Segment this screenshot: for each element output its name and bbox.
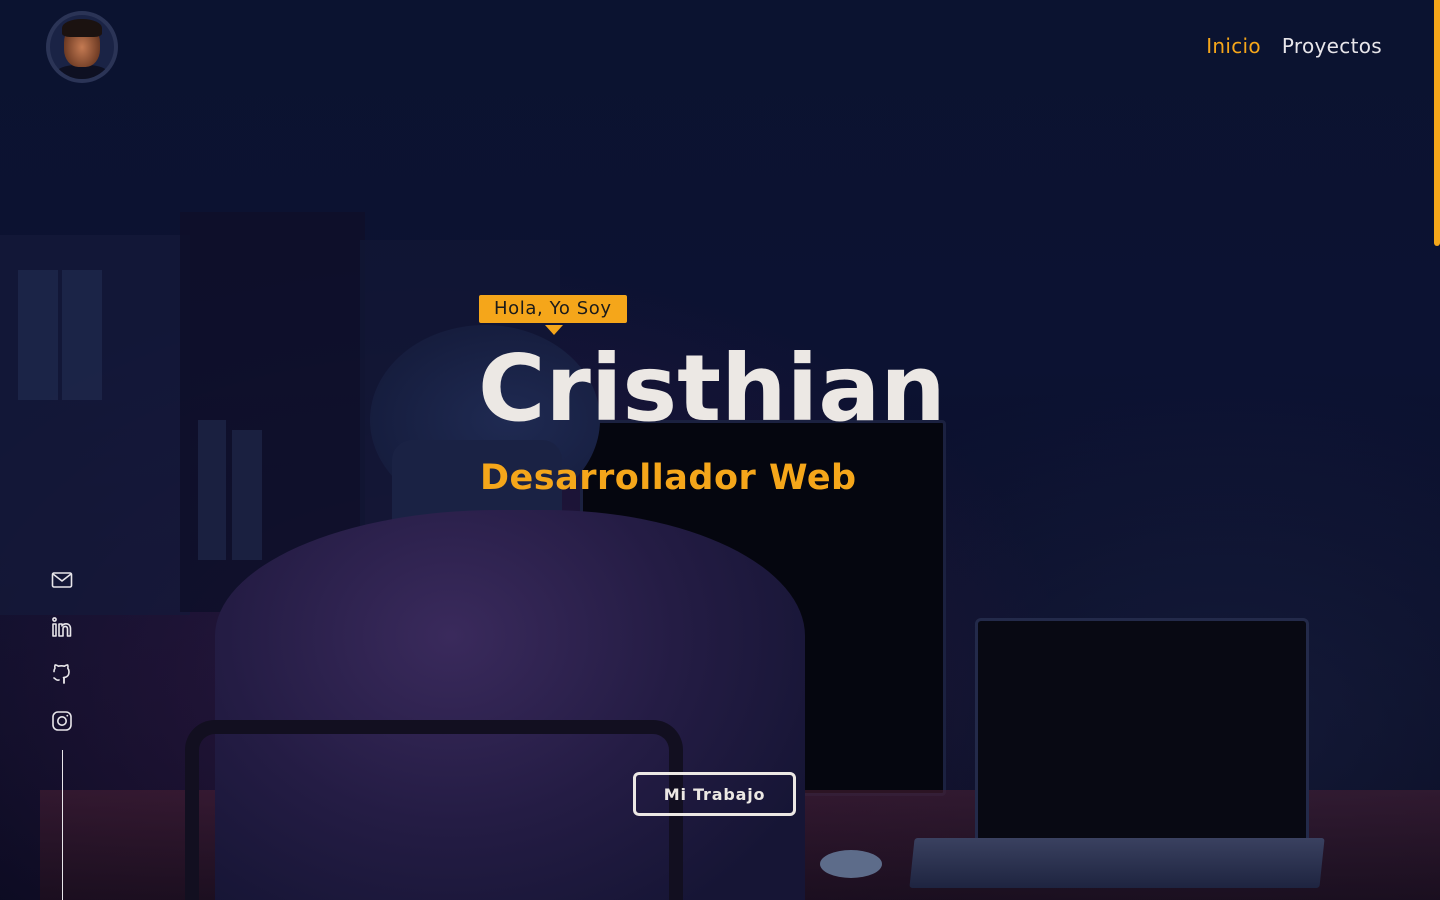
hero-name: Cristhian bbox=[478, 335, 946, 442]
avatar-shirt bbox=[56, 65, 108, 79]
avatar[interactable] bbox=[50, 15, 114, 79]
hero-page: Inicio Proyectos Hola, Yo Soy Cristhian … bbox=[0, 0, 1440, 900]
social-links bbox=[50, 568, 76, 756]
greeting-badge-pointer bbox=[545, 325, 563, 335]
background-photo bbox=[0, 0, 1440, 900]
laptop-keyboard bbox=[909, 838, 1325, 888]
nav-link-proyectos[interactable]: Proyectos bbox=[1282, 34, 1382, 58]
instagram-icon[interactable] bbox=[50, 709, 74, 733]
nav-link-inicio[interactable]: Inicio bbox=[1206, 34, 1261, 58]
social-divider-line bbox=[62, 750, 63, 900]
avatar-hair bbox=[62, 19, 102, 37]
main-nav: Inicio Proyectos bbox=[1206, 34, 1382, 58]
binder bbox=[198, 420, 226, 560]
hero-role: Desarrollador Web bbox=[480, 458, 857, 498]
github-icon[interactable] bbox=[50, 662, 74, 686]
binder bbox=[232, 430, 262, 560]
binder bbox=[62, 270, 102, 400]
chair bbox=[185, 720, 683, 900]
scrollbar-thumb[interactable] bbox=[1434, 0, 1440, 246]
greeting-badge: Hola, Yo Soy bbox=[479, 295, 627, 323]
binder bbox=[18, 270, 58, 400]
linkedin-icon[interactable] bbox=[50, 615, 74, 639]
scrollbar[interactable] bbox=[1434, 0, 1440, 900]
laptop-screen bbox=[975, 618, 1309, 862]
mouse bbox=[820, 850, 882, 878]
mail-icon[interactable] bbox=[50, 568, 74, 592]
my-work-button[interactable]: Mi Trabajo bbox=[633, 772, 796, 816]
